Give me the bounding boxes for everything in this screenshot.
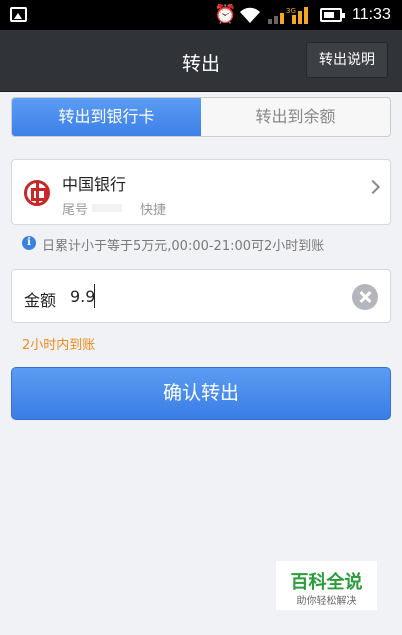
info-icon: i xyxy=(22,236,36,250)
watermark-subtitle: 助你轻松解决 xyxy=(296,596,357,607)
watermark-title: 百科全说 xyxy=(290,572,363,593)
chevron-right-icon xyxy=(365,179,381,195)
arrival-time-hint: 2小时内到账 xyxy=(22,338,96,353)
transfer-speed-tag: 快捷 xyxy=(140,203,167,218)
transfer-target-tabs: 转出到银行卡 转出到余额 xyxy=(11,97,391,137)
transfer-help-button[interactable]: 转出说明 xyxy=(306,42,388,78)
notice-text: 日累计小于等于5万元,00:00-21:00可2小时到账 xyxy=(42,239,325,254)
tab-to-balance[interactable]: 转出到余额 xyxy=(201,98,390,136)
svg-text:3G: 3G xyxy=(286,7,296,15)
bank-name: 中国银行 xyxy=(62,175,127,194)
confirm-transfer-button[interactable]: 确认转出 xyxy=(11,367,391,420)
image-notification-icon xyxy=(10,7,27,22)
text-cursor xyxy=(94,284,95,308)
card-tail-label: 尾号 xyxy=(62,203,89,218)
battery-icon xyxy=(320,8,345,22)
amount-input[interactable]: 9.9 xyxy=(70,287,95,306)
card-tail-number-masked xyxy=(92,204,122,212)
signal-3g-icon: 3G xyxy=(268,7,308,24)
alarm-clock-icon: ⏰ xyxy=(214,4,237,25)
status-bar: ⏰ 3G 11:33 xyxy=(0,0,402,30)
status-time: 11:33 xyxy=(352,6,391,23)
clear-input-icon[interactable] xyxy=(352,284,378,310)
wifi-icon xyxy=(240,7,260,23)
amount-label: 金额 xyxy=(24,291,57,310)
app-header: 转出 转出说明 xyxy=(0,30,402,92)
amount-field[interactable]: 金额 9.9 xyxy=(11,269,391,323)
watermark-logo: 百科全说 助你轻松解决 xyxy=(276,561,377,610)
tab-to-bank-card[interactable]: 转出到银行卡 xyxy=(12,98,201,136)
bank-card-selector[interactable]: 中国银行 尾号 快捷 xyxy=(11,159,391,225)
bank-of-china-logo-icon xyxy=(24,180,50,206)
